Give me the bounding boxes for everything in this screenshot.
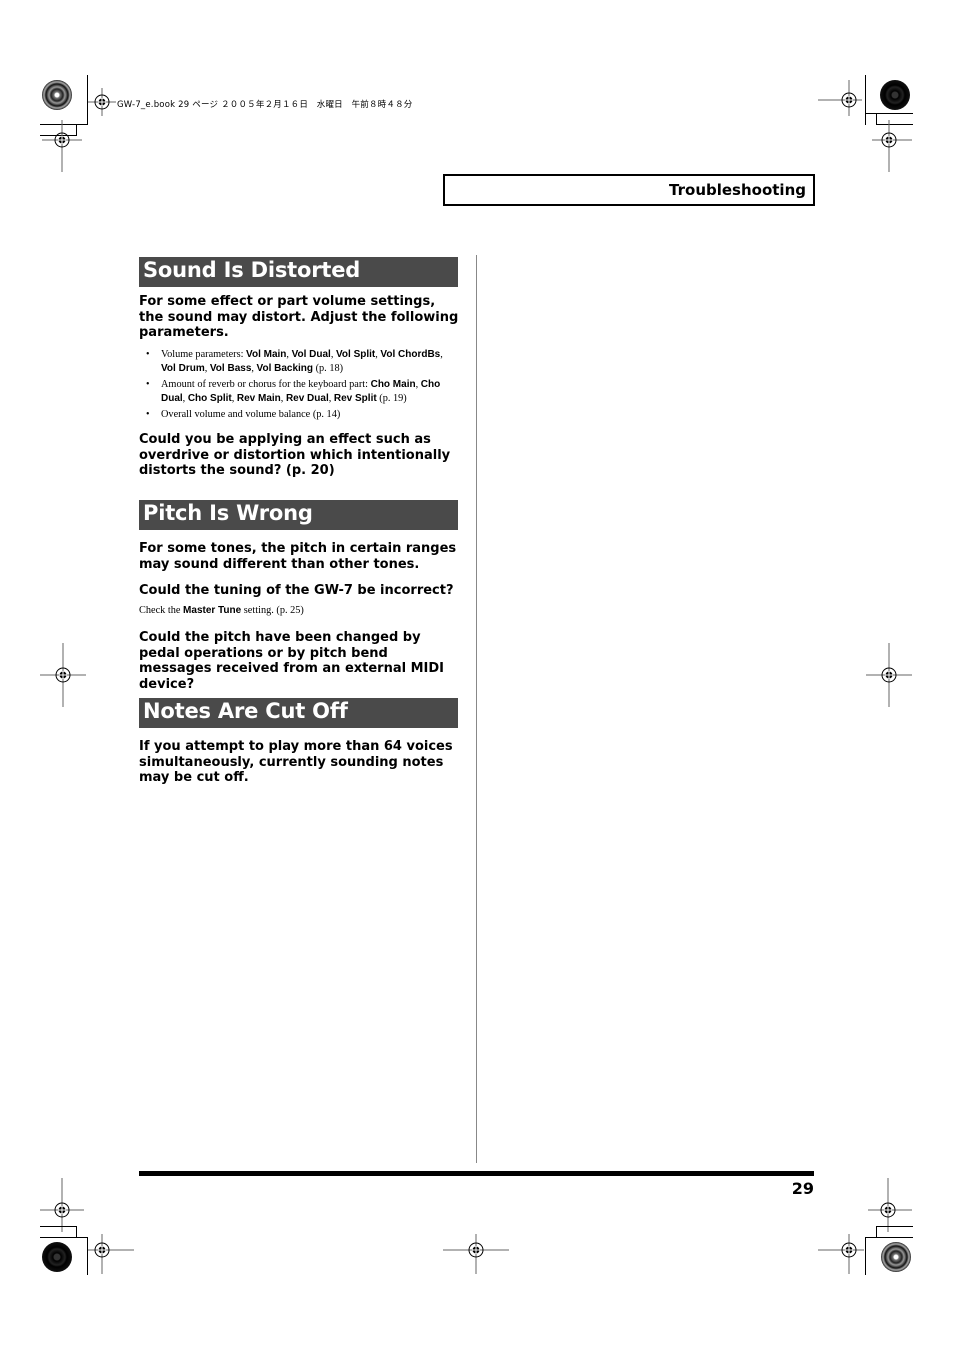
crosshair-icon [443,1234,509,1274]
page-ref: setting. (p. 25) [241,605,304,616]
registration-target-icon [42,1242,72,1272]
section-title: Sound Is Distorted [143,258,361,282]
crosshair-icon [88,88,116,116]
param-keyword: Vol Drum [161,363,205,374]
crosshair-icon [872,120,912,172]
page-number: 29 [791,1179,814,1198]
registration-target-icon [881,1242,911,1272]
running-header-title: Troubleshooting [669,181,806,199]
page-ref: (p. 19) [376,393,407,404]
section-heading-notes-cut-off: Notes Are Cut Off [139,698,458,728]
page-ref: (p. 18) [313,363,344,374]
question: Could you be applying an effect such as … [139,432,451,478]
section-lead: If you attempt to play more than 64 voic… [139,739,453,785]
list-item-text: Amount of reverb or chorus for the keybo… [161,379,371,390]
crosshair-icon [40,1178,84,1232]
list-item: Amount of reverb or chorus for the keybo… [146,378,456,406]
param-keyword: Vol Bass [209,363,252,374]
crosshair-icon [868,1178,912,1232]
print-file-info: GW-7_e.book 29 ページ ２００５年２月１６日 水曜日 午前８時４８… [117,100,413,110]
param-keyword: Master Tune [183,605,242,616]
crop-mark [876,1226,913,1227]
question: Could the tuning of the GW-7 be incorrec… [139,583,454,598]
param-keyword: Rev Main [236,393,281,404]
param-keyword: Cho Main [370,379,416,390]
section-heading-sound-distorted: Sound Is Distorted [139,257,458,287]
crosshair-icon [818,80,862,124]
crosshair-icon [818,1234,864,1274]
note-text: Check the Master Tune setting. (p. 25) [139,605,304,616]
question: Could the pitch have been changed by ped… [139,630,445,692]
param-keyword: Vol ChordBs [380,349,441,360]
crop-mark [40,1226,77,1227]
param-keyword: Vol Backing [256,363,314,374]
crop-mark [865,1237,913,1238]
crop-mark [865,75,866,125]
param-keyword: Vol Main [246,349,287,360]
list-item-text: Volume parameters: [161,349,247,360]
column-divider [476,255,477,1163]
param-keyword: Rev Split [333,393,377,404]
section-lead: For some effect or part volume settings,… [139,294,459,340]
section-title: Pitch Is Wrong [143,501,313,525]
list-item-text: Overall volume and volume balance (p. 14… [161,409,341,420]
crosshair-icon [42,120,82,172]
registration-target-icon [880,80,910,110]
crosshair-icon [88,1234,134,1274]
parameter-list: Volume parameters: Vol Main, Vol Dual, V… [146,348,456,424]
note-prefix: Check the [139,605,184,616]
param-keyword: Vol Split [335,349,376,360]
section-title: Notes Are Cut Off [143,699,348,723]
param-keyword: Cho Split [187,393,232,404]
param-keyword: Rev Dual [285,393,329,404]
list-item: Volume parameters: Vol Main, Vol Dual, V… [146,348,456,376]
registration-target-icon [42,80,72,110]
crop-mark [865,113,913,114]
crosshair-icon [866,643,912,707]
crosshair-icon [40,643,86,707]
param-keyword: Vol Dual [291,349,331,360]
running-header: Troubleshooting [443,174,815,206]
section-lead: For some tones, the pitch in certain ran… [139,541,457,572]
crop-mark [865,1237,866,1275]
list-item: Overall volume and volume balance (p. 14… [146,408,456,422]
footer-rule [139,1171,814,1176]
section-heading-pitch-wrong: Pitch Is Wrong [139,500,458,530]
crop-mark [40,1237,88,1238]
